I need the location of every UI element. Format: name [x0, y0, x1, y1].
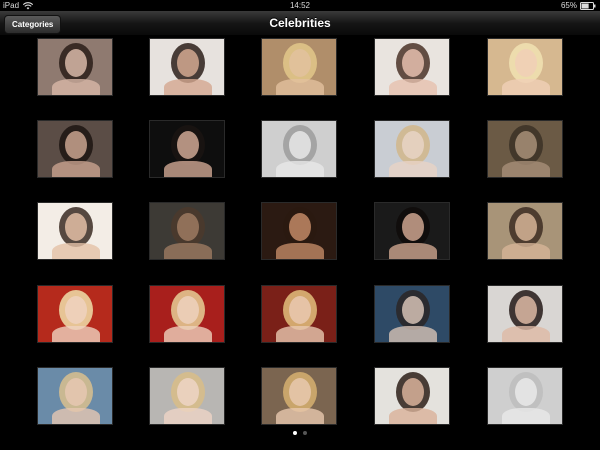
celebrity-thumbnail[interactable]: [37, 367, 113, 425]
celebrity-thumbnail[interactable]: [374, 367, 450, 425]
categories-back-button[interactable]: Categories: [4, 15, 62, 34]
thumbnail-body: [389, 408, 437, 424]
thumbnail-body: [276, 161, 324, 177]
battery-percent: 65%: [560, 1, 577, 10]
thumbnail-body: [52, 326, 100, 342]
celebrity-thumbnail[interactable]: [261, 285, 337, 343]
thumbnail-body: [164, 326, 212, 342]
thumbnail-face: [289, 131, 311, 159]
thumbnail-face: [65, 213, 87, 241]
celebrity-thumbnail[interactable]: [149, 120, 225, 178]
celebrity-thumbnail[interactable]: [261, 367, 337, 425]
thumbnail-face: [515, 378, 537, 406]
thumbnail-face: [289, 378, 311, 406]
thumbnail-face: [515, 213, 537, 241]
celebrity-thumbnail[interactable]: [37, 202, 113, 260]
celebrity-thumbnail[interactable]: [374, 38, 450, 96]
thumbnail-face: [65, 49, 87, 77]
thumbnail-body: [52, 408, 100, 424]
celebrity-thumbnail[interactable]: [261, 38, 337, 96]
thumbnail-face: [289, 49, 311, 77]
thumbnail-face: [65, 378, 87, 406]
page-title: Celebrities: [269, 16, 331, 30]
celebrity-thumbnail[interactable]: [149, 38, 225, 96]
celebrity-thumbnail[interactable]: [487, 38, 563, 96]
thumbnail-face: [402, 131, 424, 159]
status-bar: iPad 14:52 65%: [0, 0, 600, 11]
celebrity-thumbnail[interactable]: [374, 202, 450, 260]
celebrity-thumbnail[interactable]: [487, 285, 563, 343]
thumbnail-face: [65, 131, 87, 159]
thumbnail-face: [289, 296, 311, 324]
thumbnail-face: [402, 49, 424, 77]
thumbnail-face: [515, 131, 537, 159]
navigation-bar: Celebrities Categories: [0, 11, 600, 36]
thumbnail-face: [65, 296, 87, 324]
thumbnail-body: [164, 161, 212, 177]
celebrity-thumbnail[interactable]: [261, 120, 337, 178]
page-dot[interactable]: [293, 431, 297, 435]
thumbnail-body: [389, 243, 437, 259]
thumbnail-body: [389, 326, 437, 342]
thumbnail-face: [515, 49, 537, 77]
status-time: 14:52: [289, 1, 311, 10]
thumbnail-face: [177, 131, 199, 159]
thumbnail-body: [502, 243, 550, 259]
thumbnail-body: [52, 243, 100, 259]
status-right: 65%: [561, 0, 596, 11]
celebrity-thumbnail[interactable]: [374, 120, 450, 178]
thumbnail-body: [164, 408, 212, 424]
thumbnail-face: [177, 296, 199, 324]
celebrity-thumbnail[interactable]: [261, 202, 337, 260]
thumbnail-face: [177, 378, 199, 406]
thumbnail-body: [502, 326, 550, 342]
thumbnail-body: [389, 79, 437, 95]
celebrity-thumbnail[interactable]: [37, 120, 113, 178]
thumbnail-face: [515, 296, 537, 324]
thumbnail-face: [289, 213, 311, 241]
thumbnail-body: [276, 408, 324, 424]
celebrity-thumbnail[interactable]: [487, 202, 563, 260]
thumbnail-body: [502, 79, 550, 95]
thumbnail-face: [402, 296, 424, 324]
thumbnail-body: [502, 161, 550, 177]
celebrity-thumbnail[interactable]: [37, 38, 113, 96]
thumbnail-face: [402, 213, 424, 241]
thumbnail-body: [389, 161, 437, 177]
page-control[interactable]: [0, 431, 600, 435]
thumbnail-body: [164, 243, 212, 259]
thumbnail-body: [52, 161, 100, 177]
thumbnail-body: [52, 79, 100, 95]
celebrity-thumbnail[interactable]: [487, 120, 563, 178]
thumbnail-face: [402, 378, 424, 406]
thumbnail-body: [276, 326, 324, 342]
battery-icon: [580, 1, 596, 10]
thumbnail-body: [276, 79, 324, 95]
celebrity-thumbnail[interactable]: [374, 285, 450, 343]
celebrity-thumbnail[interactable]: [149, 367, 225, 425]
celebrity-thumbnail[interactable]: [149, 285, 225, 343]
thumbnail-face: [177, 213, 199, 241]
celebrity-thumbnail[interactable]: [487, 367, 563, 425]
thumbnail-body: [276, 243, 324, 259]
thumbnail-body: [164, 79, 212, 95]
thumbnail-body: [502, 408, 550, 424]
thumbnail-face: [177, 49, 199, 77]
celebrity-thumbnail[interactable]: [37, 285, 113, 343]
celebrity-thumbnail[interactable]: [149, 202, 225, 260]
page-dot[interactable]: [303, 431, 307, 435]
